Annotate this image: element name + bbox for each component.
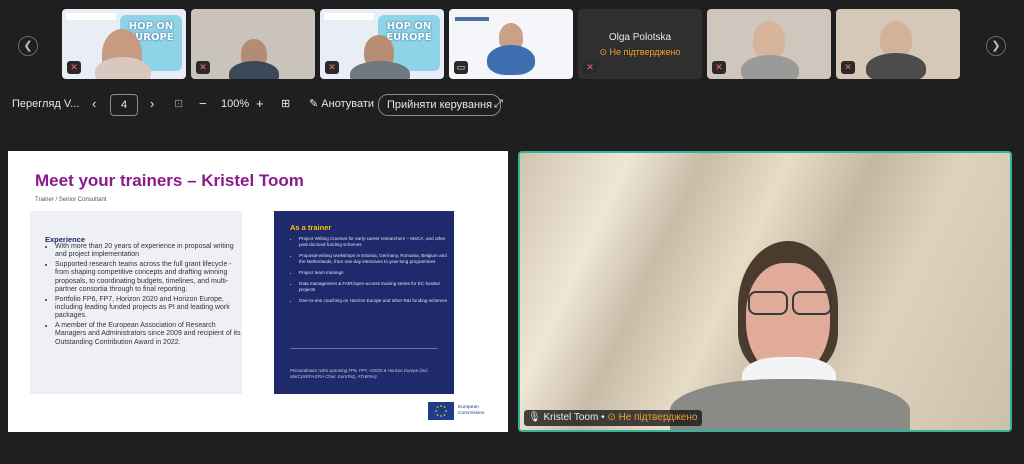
fullscreen-icon[interactable]: ⤢ [494, 94, 503, 114]
slide-subtitle: Trainer / Senior Consultant [35, 197, 107, 203]
list-item: Proposal-writing workshops in Estonia, G… [299, 253, 451, 265]
participant-tile-2[interactable]: ✕ [191, 9, 315, 79]
eu-flag-icon [428, 402, 454, 420]
slide-title: Meet your trainers – Kristel Toom [35, 171, 304, 190]
warning-clock-icon: ⊙ [599, 47, 608, 57]
sponsor-logos [66, 13, 116, 20]
next-participants-button[interactable]: ❯ [986, 36, 1006, 56]
experience-box: Experience With more than 20 years of ex… [30, 211, 242, 394]
participant-video [880, 21, 912, 57]
prev-page-button[interactable]: ‹ [92, 94, 96, 114]
speaker-name: Kristel Toom [543, 412, 599, 423]
participant-video [95, 57, 151, 79]
trainer-list: Project Writing Courses for early-career… [290, 236, 451, 309]
muted-mic-icon: ✕ [196, 61, 210, 74]
muted-mic-icon: ✕ [583, 61, 597, 74]
participant-name: Olga Polotska [608, 32, 672, 43]
speaker-name-tag: 🎙 Kristel Toom • ⊙ Не підтверджено [524, 410, 703, 426]
sponsor-logos [324, 13, 374, 20]
participant-tile-olga[interactable]: Olga Polotska ⊙ Не підтверджено ✕ [578, 9, 702, 79]
trainer-heading: As a trainer [290, 223, 332, 232]
list-item: Project Writing Courses for early-career… [299, 236, 451, 248]
shared-slide: Meet your trainers – Kristel Toom Traine… [8, 151, 508, 432]
list-item: Supported research teams across the full… [55, 261, 241, 294]
list-item: With more than 20 years of experience in… [55, 243, 241, 260]
divider [290, 348, 438, 349]
european-commission-logo: European Commission [420, 401, 492, 421]
participant-tile-1[interactable]: HOP ON EUROPE ✕ [62, 9, 186, 79]
page-number-input[interactable]: 4 [110, 94, 138, 116]
next-page-button[interactable]: › [150, 94, 154, 114]
grid-view-icon[interactable]: ⊞ [281, 94, 290, 114]
warning-clock-icon: ⊙ [607, 412, 616, 423]
take-control-button[interactable]: Прийняти керування [378, 94, 502, 116]
participant-tile-6[interactable]: ✕ [707, 9, 831, 79]
muted-mic-icon: ✕ [841, 61, 855, 74]
participant-video [753, 21, 785, 59]
microphone-icon: 🎙 [528, 412, 541, 423]
participant-video [866, 53, 926, 79]
speaker-glasses-right [792, 291, 832, 315]
annotate-pen-icon: ✎ [309, 98, 319, 110]
participant-status: ⊙ Не підтверджено [599, 47, 681, 57]
logo-text: European Commission [458, 405, 485, 416]
zoom-level: 100% [221, 98, 250, 110]
experience-list: With more than 20 years of experience in… [45, 243, 241, 349]
speaker-status: Не підтверджено [618, 412, 698, 423]
participant-tile-3[interactable]: HOP ON EUROPE ✕ [320, 9, 444, 79]
trainer-footnote: PI/coordinator roles spanning FP6, FP7, … [290, 368, 429, 379]
slide-header-bar [455, 17, 489, 21]
fit-to-width-icon[interactable]: ⊡ [174, 94, 183, 114]
muted-mic-icon: ✕ [67, 61, 81, 74]
prev-participants-button[interactable]: ❮ [18, 36, 38, 56]
participant-tile-7[interactable]: ✕ [836, 9, 960, 79]
muted-mic-icon: ✕ [712, 61, 726, 74]
trainer-box: As a trainer Project Writing Courses for… [274, 211, 454, 394]
participant-tile-4[interactable]: ▭ [449, 9, 573, 79]
muted-mic-icon: ✕ [325, 61, 339, 74]
list-item: Data management & FAIR/open-access train… [299, 281, 451, 293]
participant-video [487, 45, 535, 75]
screen-share-icon: ▭ [454, 61, 468, 74]
speaker-sweater [670, 379, 910, 430]
list-item: One-to-one coaching on Horizon Europe an… [299, 298, 451, 304]
zoom-in-button[interactable]: + [256, 94, 264, 114]
speaker-glasses-left [748, 291, 788, 315]
zoom-out-button[interactable]: − [199, 94, 207, 114]
annotate-button[interactable]: ✎ Анотувати [309, 94, 374, 114]
list-item: Portfolio FP6, FP7, Horizon 2020 and Hor… [55, 296, 241, 321]
list-item: A member of the European Association of … [55, 322, 241, 347]
view-label[interactable]: Перегляд V... [12, 94, 79, 114]
speaker-video-tile[interactable]: 🎙 Kristel Toom • ⊙ Не підтверджено [518, 151, 1012, 432]
participant-video [229, 61, 279, 79]
list-item: Project team trainings [299, 270, 451, 276]
participant-video [741, 55, 799, 79]
